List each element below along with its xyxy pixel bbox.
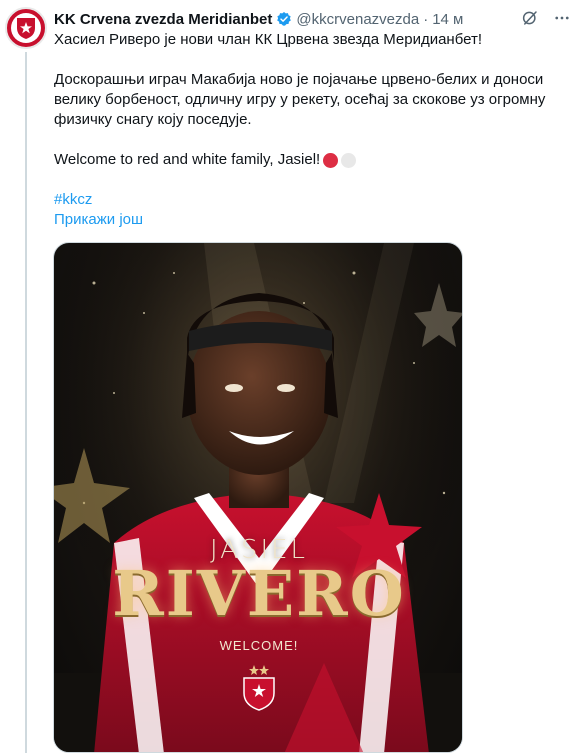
tweet[interactable]: KK Crvena zvezda Meridianbet @kkcrvenazv…: [0, 0, 587, 753]
tweet-line-3-text: Welcome to red and white family, Jasiel!: [54, 151, 321, 168]
tweet-line-3: Welcome to red and white family, Jasiel!: [54, 150, 357, 170]
hashtag-link[interactable]: #kkcz: [54, 190, 92, 210]
timestamp[interactable]: 14 м: [432, 11, 463, 28]
separator: ·: [423, 10, 429, 28]
avatar[interactable]: [5, 7, 47, 49]
tweet-header: KK Crvena zvezda Meridianbet @kkcrvenazv…: [54, 9, 577, 29]
poster-welcome: WELCOME!: [219, 638, 299, 653]
red-circle-icon: [323, 152, 339, 168]
show-more-link[interactable]: Прикажи још: [54, 210, 143, 230]
verified-badge-icon: [277, 12, 292, 26]
author-handle[interactable]: @kkcrvenazvezda: [296, 11, 419, 28]
tweet-media-image[interactable]: JASIEL RIVERO WELCOME!: [53, 242, 463, 753]
club-logo-icon: [11, 13, 41, 43]
tweet-line-1: Хасиел Риверо је нови члан КК Црвена зве…: [54, 31, 483, 48]
grok-icon[interactable]: [521, 9, 539, 27]
author-name[interactable]: KK Crvena zvezda Meridianbet: [54, 11, 272, 28]
poster-last-name: RIVERO: [112, 557, 406, 630]
white-circle-icon: [341, 152, 357, 168]
header-actions: [521, 9, 571, 27]
tweet-line-2: Доскорашњи играч Макабија ново је појача…: [54, 71, 550, 128]
more-options-icon[interactable]: [553, 9, 571, 27]
thread-line: [25, 52, 27, 753]
poster-graphic: [54, 243, 462, 752]
